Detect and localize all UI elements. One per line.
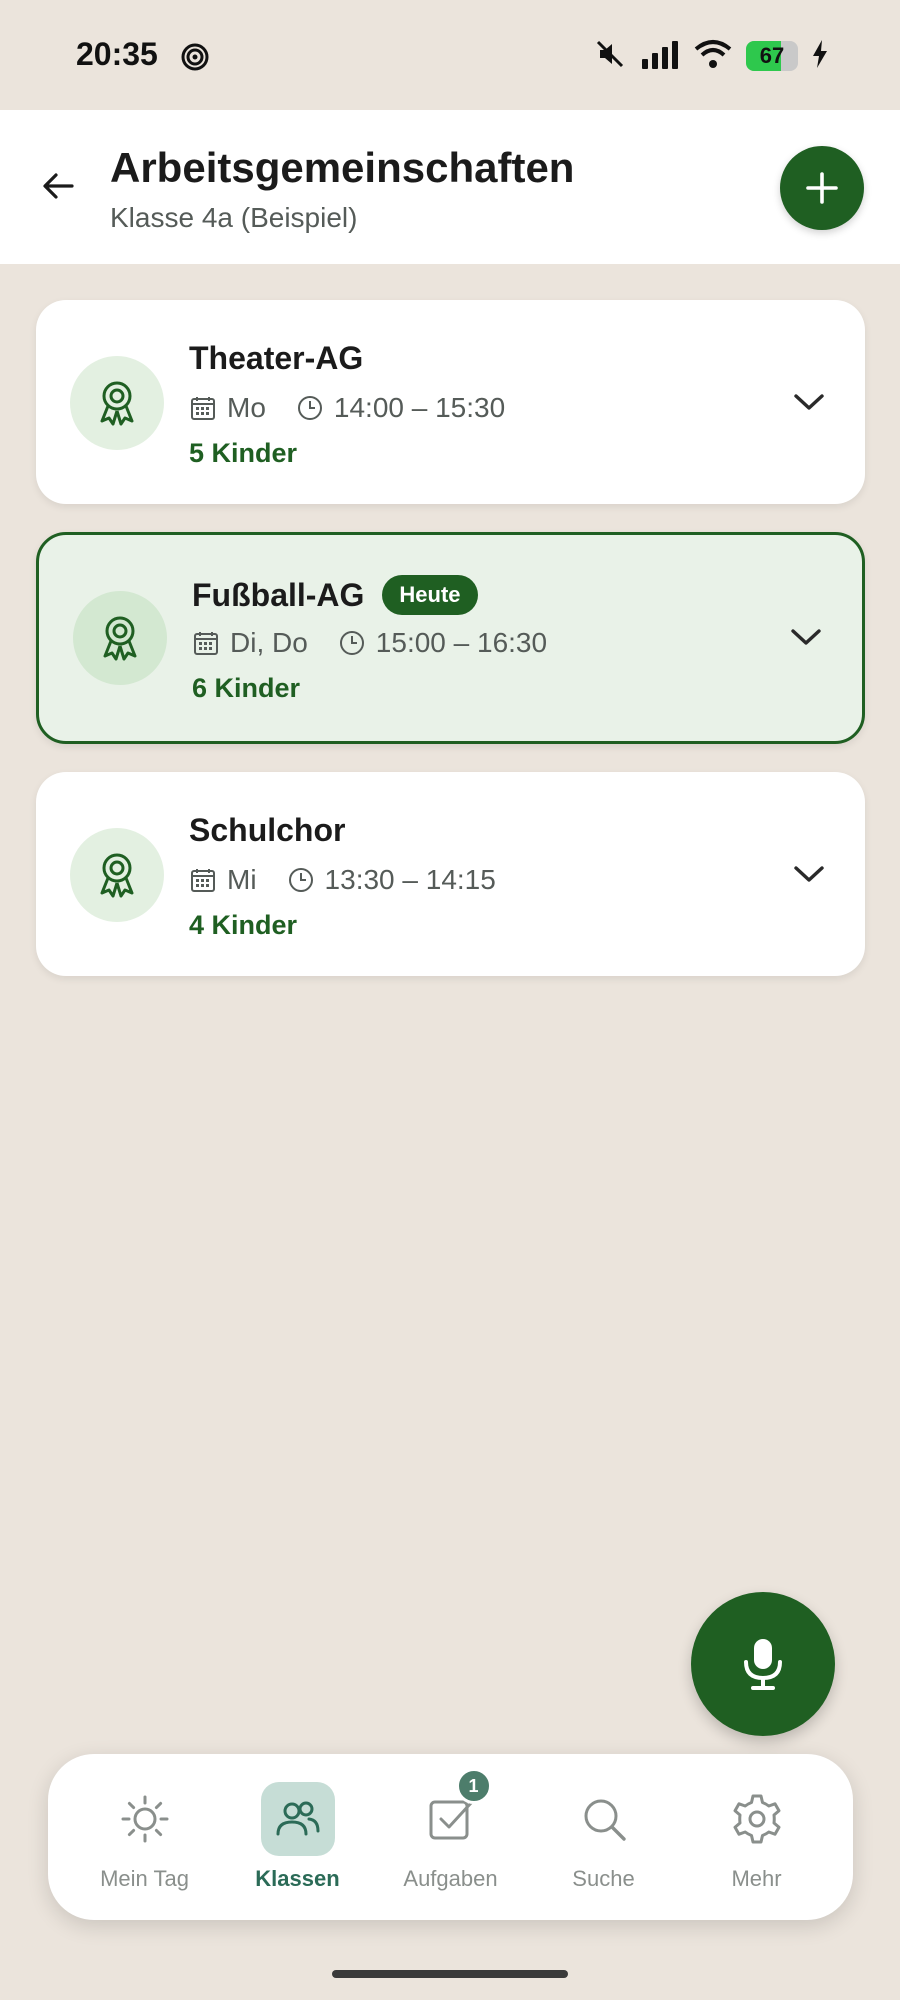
charging-icon <box>812 39 828 73</box>
chevron-down-icon <box>791 629 821 645</box>
voice-input-button[interactable] <box>691 1592 835 1736</box>
page-title: Arbeitsgemeinschaften <box>110 144 575 191</box>
battery-level: 67 <box>759 43 785 68</box>
add-group-button[interactable] <box>780 146 864 230</box>
group-days: Mi <box>227 864 257 895</box>
status-bar: 20:35 67 <box>0 0 900 110</box>
group-avatar <box>70 356 164 450</box>
calendar-icon <box>189 866 217 894</box>
home-indicator[interactable] <box>332 1970 568 1978</box>
swirl-notification-icon <box>180 42 210 72</box>
expand-button[interactable] <box>786 617 826 657</box>
group-days: Di, Do <box>230 627 308 658</box>
group-time: 14:00 – 15:30 <box>333 392 506 423</box>
group-title: Fußball-AG <box>192 576 365 613</box>
nav-item-mein-tag[interactable]: Mein Tag <box>70 1782 220 1892</box>
group-title: Schulchor <box>189 812 346 848</box>
mute-icon <box>594 38 626 75</box>
nav-label: Aufgaben <box>403 1866 498 1891</box>
nav-item-klassen[interactable]: Klassen <box>223 1782 373 1892</box>
calendar-icon <box>192 629 220 657</box>
bottom-navigation: Mein Tag Klassen 1 Aufgaben Suche Mehr <box>48 1754 853 1920</box>
clock-icon <box>287 866 315 894</box>
cell-signal-icon <box>640 39 680 74</box>
award-ribbon-icon <box>100 381 134 426</box>
group-avatar <box>70 828 164 922</box>
group-schedule: Di, Do 15:00 – 16:30 <box>192 627 547 659</box>
microphone-icon <box>744 1639 782 1690</box>
expand-button[interactable] <box>789 382 829 422</box>
nav-label: Mein Tag <box>100 1866 189 1891</box>
wifi-icon <box>694 39 732 74</box>
group-child-count: 4 Kinder <box>189 910 298 940</box>
nav-item-suche[interactable]: Suche <box>529 1782 679 1892</box>
people-icon <box>276 1801 319 1836</box>
gear-icon <box>733 1794 780 1844</box>
chevron-down-icon <box>794 394 824 410</box>
status-time: 20:35 <box>76 36 158 72</box>
group-card-theater[interactable]: Theater-AG Mo 14:00 – 15:30 5 Kinder <box>36 300 865 504</box>
clock-icon <box>338 629 366 657</box>
group-card-fussball[interactable]: Fußball-AG Heute Di, Do 15:00 – 16:30 6 … <box>36 532 865 744</box>
nav-item-aufgaben[interactable]: 1 Aufgaben <box>376 1768 526 1892</box>
award-ribbon-icon <box>100 853 134 898</box>
group-schedule: Mo 14:00 – 15:30 <box>189 392 505 424</box>
back-arrow-icon <box>43 173 74 199</box>
nav-item-mehr[interactable]: Mehr <box>682 1782 832 1892</box>
page-subtitle: Klasse 4a (Beispiel) <box>110 202 358 233</box>
task-count-badge: 1 <box>455 1768 492 1804</box>
clock-icon <box>296 394 324 422</box>
app-header: Arbeitsgemeinschaften Klasse 4a (Beispie… <box>0 110 900 264</box>
group-avatar <box>73 591 167 685</box>
expand-button[interactable] <box>789 854 829 894</box>
group-time: 15:00 – 16:30 <box>375 627 548 658</box>
group-time: 13:30 – 14:15 <box>324 864 496 895</box>
today-badge: Heute <box>382 575 478 615</box>
back-button[interactable] <box>34 162 82 210</box>
chevron-down-icon <box>794 866 824 882</box>
group-days: Mo <box>227 392 266 423</box>
group-child-count: 6 Kinder <box>192 673 301 703</box>
battery-icon: 67 <box>746 41 798 71</box>
nav-label: Suche <box>572 1866 635 1891</box>
nav-label: Mehr <box>731 1866 782 1891</box>
group-title: Theater-AG <box>189 340 364 376</box>
sun-icon <box>121 1795 168 1843</box>
nav-label: Klassen <box>255 1866 340 1891</box>
plus-icon <box>806 172 838 204</box>
search-icon <box>584 1799 626 1841</box>
group-child-count: 5 Kinder <box>189 438 298 468</box>
group-card-schulchor[interactable]: Schulchor Mi 13:30 – 14:15 4 Kinder <box>36 772 865 976</box>
group-schedule: Mi 13:30 – 14:15 <box>189 864 496 896</box>
calendar-icon <box>189 394 217 422</box>
award-ribbon-icon <box>103 616 137 661</box>
